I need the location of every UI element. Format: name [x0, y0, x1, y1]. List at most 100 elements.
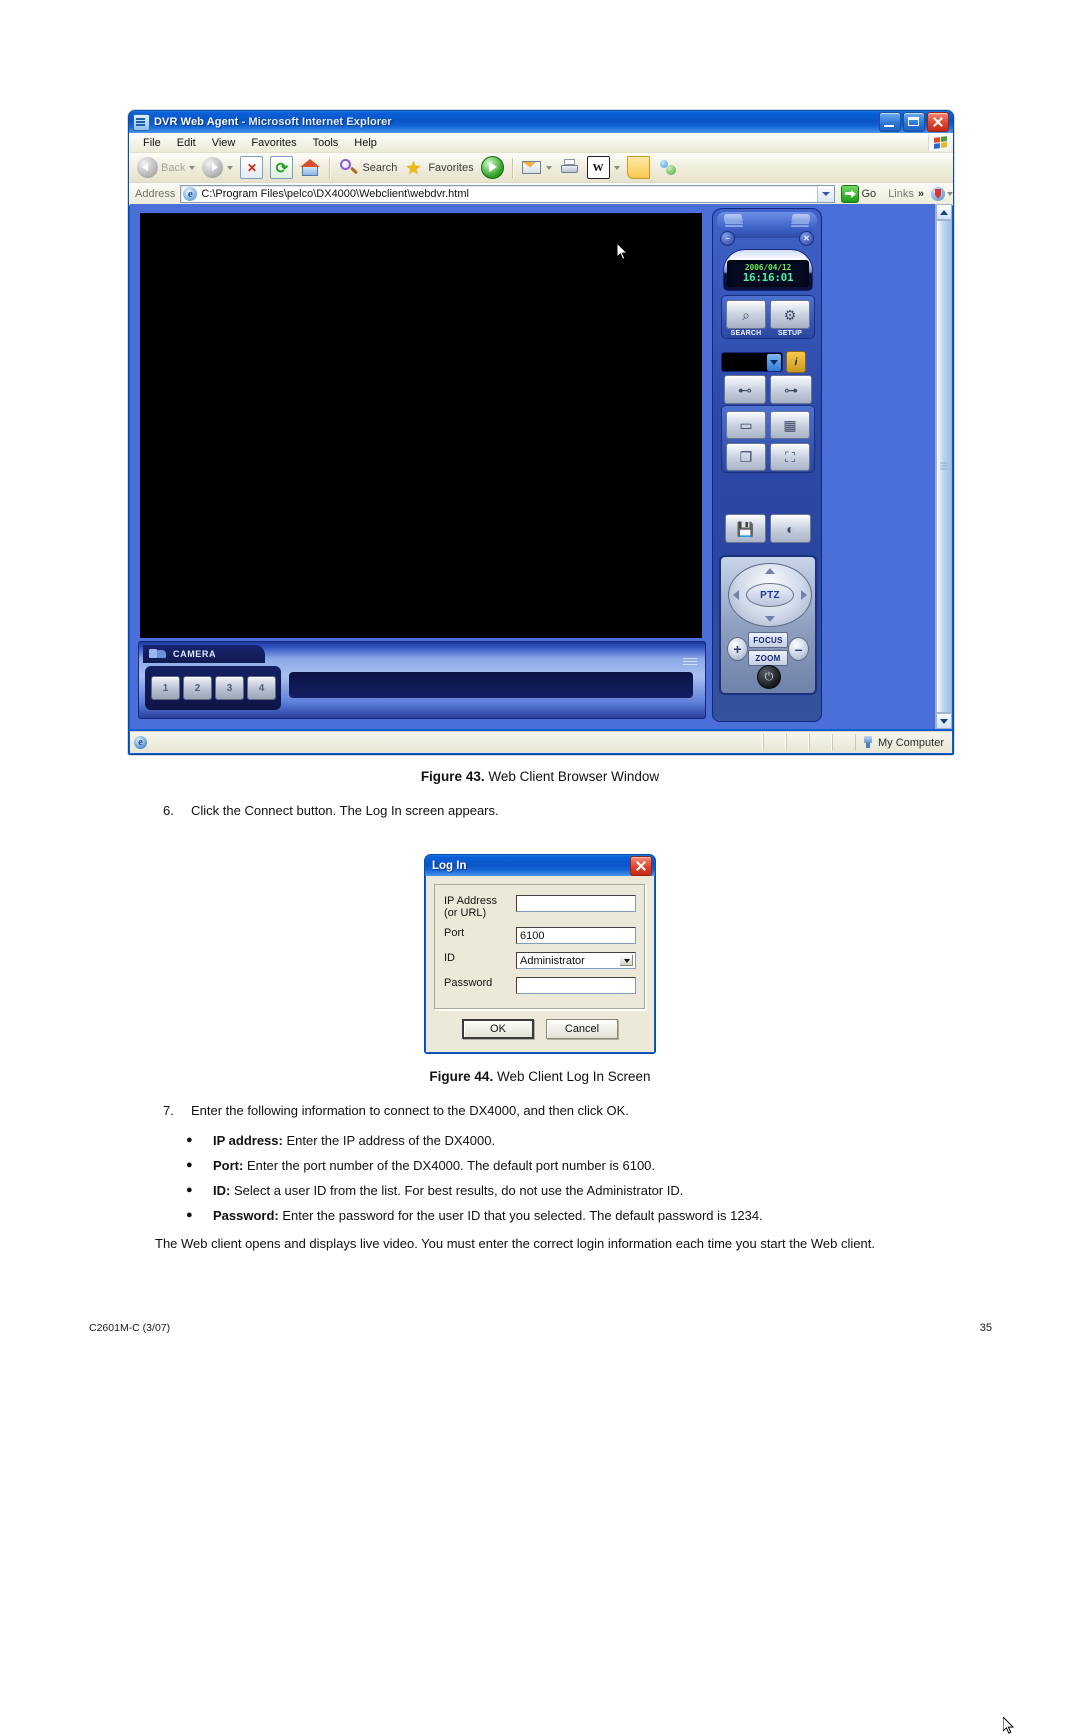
menu-item-tools[interactable]: Tools [305, 136, 347, 150]
media-button[interactable] [478, 155, 507, 181]
search-button[interactable]: ⌕ [726, 300, 766, 329]
links-label[interactable]: Links [882, 188, 914, 200]
step-6-text: Click the Connect button. The Log In scr… [191, 803, 499, 818]
single-view-button[interactable]: ▭ [726, 411, 766, 439]
stop-button[interactable] [237, 155, 266, 181]
dvr-control-panel: – ✕ 2006/04/12 16:16:01 ⌕ ⚙ SEARCH SETUP… [712, 208, 822, 722]
bullet-item: ● Password: Enter the password for the u… [183, 1208, 943, 1223]
login-close-button[interactable] [630, 855, 652, 876]
browser-window: DVR Web Agent - Microsoft Internet Explo… [128, 110, 954, 755]
single-view-icon: ▭ [739, 417, 753, 433]
chevron-down-icon[interactable] [619, 954, 634, 967]
plugin-icon [931, 187, 945, 201]
bullet-marker: ● [186, 1209, 193, 1221]
chevron-down-icon[interactable] [767, 354, 781, 371]
ip-address-row: IP Address (or URL) [444, 895, 636, 919]
fullscreen-view-button[interactable]: ⛶ [770, 443, 810, 471]
camera-button-3[interactable]: 3 [215, 676, 244, 700]
scroll-down-button[interactable] [936, 713, 952, 729]
quad-view-button[interactable]: ▦ [770, 411, 810, 439]
panel-close-button[interactable]: ✕ [799, 231, 814, 246]
maximize-button[interactable] [903, 112, 925, 132]
go-button[interactable]: Go [835, 185, 883, 203]
ptz-control: PTZ + FOCUS ZOOM – ⏻ [719, 555, 817, 695]
ptz-up-icon[interactable] [765, 568, 775, 574]
power-button[interactable]: ⏻ [757, 665, 781, 689]
id-select[interactable]: Administrator [516, 952, 636, 969]
ptz-left-icon[interactable] [733, 590, 739, 600]
figure-43-caption: Figure 43. Web Client Browser Window [0, 769, 1080, 784]
toolbar-overflow[interactable] [928, 185, 953, 203]
links-chevron-icon[interactable]: » [914, 188, 928, 200]
menu-item-file[interactable]: File [135, 136, 169, 150]
site-select[interactable] [721, 352, 783, 372]
scroll-up-button[interactable] [936, 204, 952, 220]
browser-titlebar: DVR Web Agent - Microsoft Internet Explo… [129, 111, 953, 133]
save-snapshot-button[interactable]: 💾 [725, 514, 766, 543]
ptz-down-icon[interactable] [765, 616, 775, 622]
disconnect-button[interactable]: ⊶ [770, 375, 812, 404]
vertical-scrollbar[interactable] [935, 204, 952, 729]
address-dropdown-icon[interactable] [816, 186, 834, 202]
login-button-row: OK Cancel [434, 1019, 646, 1039]
page-icon [183, 187, 198, 201]
camera-button-4[interactable]: 4 [247, 676, 276, 700]
back-dropdown-icon[interactable] [189, 165, 196, 170]
ptz-center-label[interactable]: PTZ [746, 583, 794, 607]
video-display-area[interactable] [140, 213, 702, 638]
notes-button[interactable] [624, 155, 653, 181]
scrollbar-thumb[interactable] [936, 220, 952, 713]
zoom-label[interactable]: ZOOM [748, 650, 788, 666]
camera-button-2[interactable]: 2 [183, 676, 212, 700]
home-button[interactable] [297, 155, 324, 181]
forward-dropdown-icon[interactable] [227, 165, 234, 170]
panel-minimize-button[interactable]: – [720, 231, 735, 246]
menu-item-help[interactable]: Help [346, 136, 385, 150]
focus-zoom-minus-button[interactable]: – [788, 637, 809, 661]
edit-button[interactable] [584, 155, 623, 181]
camera-button-1[interactable]: 1 [151, 676, 180, 700]
page-viewport: CAMERA 1 2 3 4 – ✕ 2006/04/12 16:16:01 ⌕… [130, 204, 952, 729]
id-select-value: Administrator [520, 954, 585, 967]
login-titlebar: Log In [425, 855, 655, 876]
forward-arrow-icon [202, 157, 224, 178]
mail-button[interactable] [518, 155, 555, 181]
focus-label[interactable]: FOCUS [748, 632, 788, 648]
ok-button[interactable]: OK [462, 1019, 534, 1039]
info-button[interactable]: i [786, 351, 806, 373]
brightness-button[interactable]: ◐ [770, 514, 811, 543]
close-button[interactable] [927, 112, 949, 132]
plugin-dropdown-icon[interactable] [947, 192, 953, 196]
focus-zoom-plus-button[interactable]: + [727, 637, 748, 661]
menu-item-view[interactable]: View [204, 136, 244, 150]
brightness-icon: ◐ [786, 520, 795, 537]
camera-bar-grip[interactable] [683, 658, 697, 666]
password-input[interactable] [516, 977, 636, 994]
connect-button[interactable]: ⊷ [724, 375, 766, 404]
edit-dropdown-icon[interactable] [613, 165, 620, 170]
figure-44-title: Web Client Log In Screen [496, 1069, 651, 1084]
menu-item-favorites[interactable]: Favorites [243, 136, 304, 150]
forward-button[interactable] [199, 155, 236, 181]
bullet-term: ID: [213, 1183, 231, 1198]
menu-item-edit[interactable]: Edit [169, 136, 204, 150]
mail-dropdown-icon[interactable] [545, 165, 552, 170]
print-button[interactable] [556, 155, 583, 181]
minimize-button[interactable] [879, 112, 901, 132]
search-button[interactable]: Search [335, 155, 400, 181]
go-label: Go [861, 188, 877, 200]
port-input[interactable]: 6100 [516, 927, 636, 944]
messenger-button[interactable] [654, 155, 681, 181]
ptz-right-icon[interactable] [801, 590, 807, 600]
ptz-dpad[interactable]: PTZ [728, 563, 812, 627]
setup-button[interactable]: ⚙ [770, 300, 810, 329]
back-button[interactable]: Back [134, 155, 198, 181]
favorites-button[interactable]: ★ Favorites [401, 155, 476, 181]
id-row: ID Administrator [444, 952, 636, 969]
refresh-button[interactable] [267, 155, 296, 181]
cascade-view-button[interactable]: ❐ [726, 443, 766, 471]
security-zone[interactable]: My Computer [854, 734, 952, 751]
cancel-button[interactable]: Cancel [546, 1019, 618, 1039]
ip-address-input[interactable] [516, 895, 636, 912]
address-input[interactable]: C:\Program Files\pelco\DX4000\Webclient\… [180, 185, 835, 203]
